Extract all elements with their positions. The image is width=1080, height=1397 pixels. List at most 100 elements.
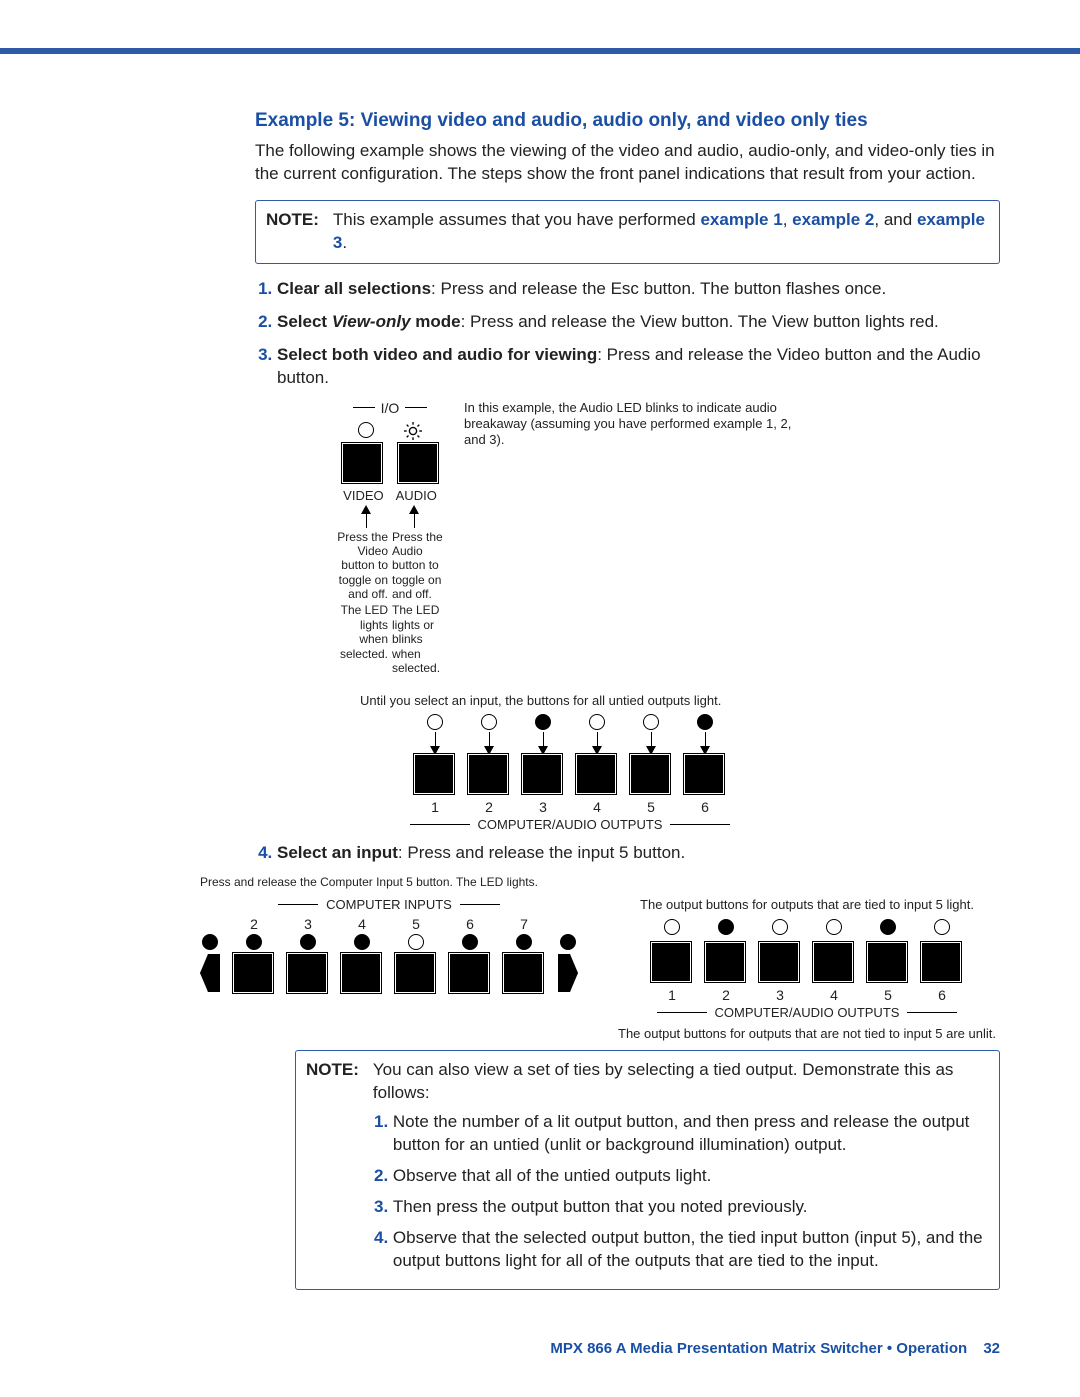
output-cell — [631, 714, 671, 793]
output-led — [934, 919, 950, 935]
diagram-inputs-outputs: COMPUTER INPUTS 234567 The output button… — [200, 897, 1000, 1043]
outputs-label: COMPUTER/AUDIO OUTPUTS — [478, 817, 663, 832]
output-cell — [652, 919, 692, 981]
output-cell — [415, 714, 455, 793]
note-body: You can also view a set of ties by selec… — [373, 1059, 989, 1281]
input-led — [408, 934, 424, 950]
output-button-3[interactable] — [523, 755, 561, 793]
output-number: 2 — [706, 987, 746, 1003]
link-example-1[interactable]: example 1 — [700, 210, 782, 229]
output-led — [481, 714, 497, 730]
input-button-4[interactable] — [342, 954, 380, 992]
video-led — [358, 422, 374, 438]
output-number: 4 — [577, 799, 617, 815]
input-button-partial[interactable] — [558, 954, 578, 992]
output-button-5[interactable] — [868, 943, 906, 981]
input-button-partial[interactable] — [200, 954, 220, 992]
output-number: 4 — [814, 987, 854, 1003]
io-panel: I/O VIDEO AUDIO — [330, 400, 450, 676]
outputs-panel-2: The output buttons for outputs that are … — [618, 897, 996, 1043]
output-led — [427, 714, 443, 730]
outputs-panel-1: Until you select an input, the buttons f… — [360, 693, 780, 831]
step-1: Clear all selections: Press and release … — [277, 278, 1000, 301]
note2-item: Observe that all of the untied outputs l… — [393, 1165, 989, 1188]
link-example-2[interactable]: example 2 — [792, 210, 874, 229]
output-led — [772, 919, 788, 935]
audio-button[interactable] — [399, 444, 437, 482]
diag2-caption: Press and release the Computer Input 5 b… — [200, 875, 1000, 889]
output-button-2[interactable] — [469, 755, 507, 793]
output-number: 2 — [469, 799, 509, 815]
output-button-4[interactable] — [814, 943, 852, 981]
output-button-3[interactable] — [760, 943, 798, 981]
output-cell — [523, 714, 563, 793]
input-led — [202, 934, 218, 950]
output-button-6[interactable] — [922, 943, 960, 981]
output-cell — [685, 714, 725, 793]
input-button-2[interactable] — [234, 954, 272, 992]
input-led — [354, 934, 370, 950]
output-number: 3 — [523, 799, 563, 815]
video-button[interactable] — [343, 444, 381, 482]
input-button-5[interactable] — [396, 954, 434, 992]
step-2: Select View-only mode: Press and release… — [277, 311, 1000, 334]
output-cell — [814, 919, 854, 981]
note-label: NOTE: — [266, 209, 319, 255]
output-led — [718, 919, 734, 935]
output-button-5[interactable] — [631, 755, 669, 793]
output-cell — [577, 714, 617, 793]
output-number: 5 — [631, 799, 671, 815]
outputs-caption: Until you select an input, the buttons f… — [360, 693, 780, 709]
output-cell — [868, 919, 908, 981]
output-button-6[interactable] — [685, 755, 723, 793]
section-title: Example 5: Viewing video and audio, audi… — [255, 110, 1000, 132]
output-button-2[interactable] — [706, 943, 744, 981]
io-side-note: In this example, the Audio LED blinks to… — [464, 400, 804, 449]
step-4: Select an input: Press and release the i… — [277, 842, 1000, 865]
input-button-3[interactable] — [288, 954, 326, 992]
diagram-io-outputs: I/O VIDEO AUDIO — [210, 400, 1000, 832]
output-cell — [706, 919, 746, 981]
input-button-6[interactable] — [450, 954, 488, 992]
outputs2-below: The output buttons for outputs that are … — [618, 1026, 996, 1042]
step-3: Select both video and audio for viewing:… — [277, 344, 1000, 390]
output-cell — [760, 919, 800, 981]
output-button-1[interactable] — [652, 943, 690, 981]
output-number: 6 — [685, 799, 725, 815]
output-button-4[interactable] — [577, 755, 615, 793]
input-number: 3 — [288, 916, 328, 932]
manual-page: Example 5: Viewing video and audio, audi… — [0, 0, 1080, 1397]
note-text: This example assumes that you have perfo… — [333, 209, 989, 255]
footer-text: MPX 866 A Media Presentation Matrix Swit… — [550, 1340, 967, 1357]
input-led — [560, 934, 576, 950]
input-cell: 4 — [342, 916, 382, 992]
input-button-7[interactable] — [504, 954, 542, 992]
audio-hint-1: Press the Audio button to toggle on and … — [392, 530, 450, 602]
step-list-2: Select an input: Press and release the i… — [255, 842, 1000, 865]
output-number: 5 — [868, 987, 908, 1003]
note-pre: This example assumes that you have perfo… — [333, 210, 701, 229]
step-list: Clear all selections: Press and release … — [255, 278, 1000, 390]
note2-lead: You can also view a set of ties by selec… — [373, 1060, 954, 1102]
audio-label: AUDIO — [396, 488, 437, 503]
output-number: 3 — [760, 987, 800, 1003]
input-number: 2 — [234, 916, 274, 932]
output-number: 6 — [922, 987, 962, 1003]
video-label: VIDEO — [343, 488, 383, 503]
output-button-1[interactable] — [415, 755, 453, 793]
output-cell — [469, 714, 509, 793]
input-cell: 2 — [234, 916, 274, 992]
inputs-label: COMPUTER INPUTS — [326, 897, 452, 912]
page-number: 32 — [983, 1340, 1000, 1357]
io-label: I/O — [381, 400, 400, 416]
output-cell — [922, 919, 962, 981]
audio-led-blink-icon — [404, 422, 422, 440]
input-led — [246, 934, 262, 950]
input-number: 5 — [396, 916, 436, 932]
note-box-1: NOTE: This example assumes that you have… — [255, 200, 1000, 264]
note2-item: Note the number of a lit output button, … — [393, 1111, 989, 1157]
output-led — [643, 714, 659, 730]
input-number: 4 — [342, 916, 382, 932]
outputs2-label: COMPUTER/AUDIO OUTPUTS — [715, 1005, 900, 1020]
output-led — [880, 919, 896, 935]
